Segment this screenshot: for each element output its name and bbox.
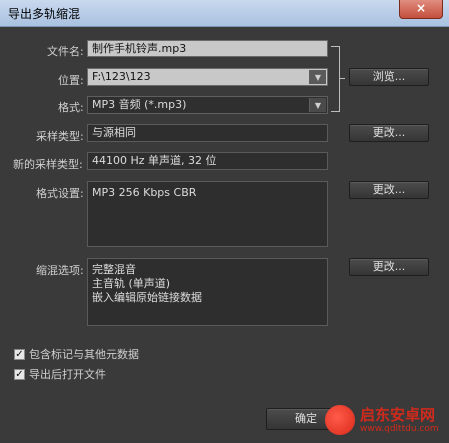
sample-type-change-button[interactable]: 更改... [349, 124, 429, 142]
format-settings-change-button[interactable]: 更改... [349, 181, 429, 199]
format-label: 格式: [58, 101, 84, 114]
format-dropdown[interactable]: MP3 音频 (*.mp3) ▼ [87, 96, 328, 114]
sample-type-field: 与源相同 [87, 124, 328, 142]
watermark: 启东安卓网 www.qdlttdu.com [325, 400, 445, 440]
browse-button[interactable]: 浏览... [349, 68, 429, 86]
mix-options-label: 缩混选项: [36, 264, 84, 277]
mix-option-line: 主音轨 (单声道) [92, 277, 171, 290]
open-after-export-checkbox-row[interactable]: ✓ 导出后打开文件 [14, 366, 106, 382]
new-sample-type-field: 44100 Hz 单声道, 32 位 [87, 152, 328, 170]
format-value: MP3 音频 (*.mp3) [92, 98, 187, 111]
file-name-label: 文件名: [47, 45, 84, 58]
open-after-export-label: 导出后打开文件 [29, 368, 106, 381]
mix-option-line: 完整混音 [92, 263, 136, 276]
chevron-down-icon[interactable]: ▼ [309, 70, 326, 84]
open-after-export-checkbox[interactable]: ✓ [14, 368, 25, 380]
location-dropdown[interactable]: F:\123\123 ▼ [87, 68, 328, 86]
file-name-input[interactable]: 制作手机铃声.mp3 [87, 40, 328, 57]
window-title: 导出多轨缩混 [8, 7, 81, 21]
title-bar: 导出多轨缩混 × [0, 0, 449, 27]
field-group-bracket [331, 46, 340, 112]
close-icon: × [415, 1, 427, 15]
location-value: F:\123\123 [92, 70, 151, 83]
include-markers-checkbox[interactable]: ✓ [14, 348, 25, 360]
mix-option-line: 嵌入编辑原始链接数据 [92, 291, 202, 304]
close-button[interactable]: × [399, 0, 443, 19]
watermark-text: 启东安卓网 www.qdlttdu.com [360, 406, 439, 435]
mix-options-box: 完整混音 主音轨 (单声道) 嵌入编辑原始链接数据 [87, 258, 328, 326]
location-label: 位置: [58, 74, 84, 87]
bracket-tick [339, 78, 345, 79]
format-settings-value: MP3 256 Kbps CBR [92, 186, 197, 199]
include-markers-checkbox-row[interactable]: ✓ 包含标记与其他元数据 [14, 346, 139, 362]
chevron-down-icon[interactable]: ▼ [309, 98, 326, 112]
sample-type-label: 采样类型: [36, 130, 84, 143]
include-markers-label: 包含标记与其他元数据 [29, 348, 139, 361]
watermark-logo-icon [325, 405, 355, 435]
mix-options-change-button[interactable]: 更改... [349, 258, 429, 276]
watermark-name: 启东安卓网 [360, 405, 436, 424]
format-settings-label: 格式设置: [36, 187, 84, 200]
new-sample-type-label: 新的采样类型: [13, 158, 83, 171]
watermark-url: www.qdlttdu.com [360, 423, 439, 434]
format-settings-box: MP3 256 Kbps CBR [87, 181, 328, 247]
